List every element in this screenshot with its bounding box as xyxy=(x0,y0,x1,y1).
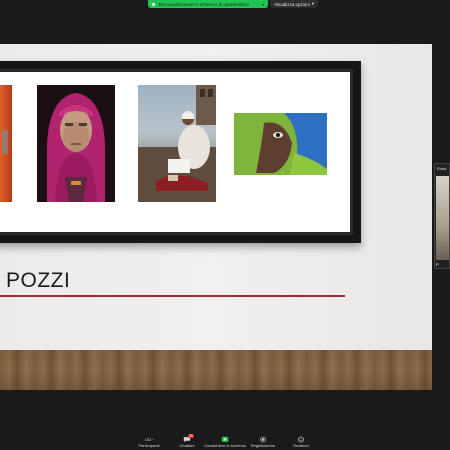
share-banner: Stai visualizzando lo schermo di qualche… xyxy=(148,0,319,8)
participant-label: Rima xyxy=(437,166,447,171)
photo-orange-wall xyxy=(0,85,12,202)
participants-label: Partecipanti xyxy=(138,443,160,448)
record-label: Registrazione xyxy=(250,443,276,448)
sharing-indicator[interactable]: Stai visualizzando lo schermo di qualche… xyxy=(148,0,269,8)
participants-button[interactable]: 103 ^ Partecipanti xyxy=(135,435,163,450)
share-screen-button[interactable]: Condividere lo schermo xyxy=(204,435,246,450)
record-button[interactable]: Registrazione xyxy=(249,435,277,450)
sharing-dot-icon xyxy=(152,2,155,6)
shared-slide: POZZI xyxy=(0,44,432,390)
reactions-button[interactable]: Reazioni xyxy=(287,435,315,450)
meeting-toolbar: 103 ^ Partecipanti 20 Chattare Condivide xyxy=(0,434,450,450)
photo-mat xyxy=(0,72,350,232)
picture-frame xyxy=(0,61,361,243)
chevron-down-icon: ▾ xyxy=(262,1,265,7)
share-screen-icon xyxy=(221,436,229,442)
photo-woman-magenta-veil xyxy=(37,85,115,202)
sharing-text: Stai visualizzando lo schermo di qualche… xyxy=(158,1,250,7)
chevron-up-icon[interactable]: ^ xyxy=(152,437,154,442)
reactions-icon xyxy=(298,436,304,442)
chat-badge: 20 xyxy=(188,434,194,438)
participant-video xyxy=(436,176,449,260)
record-icon xyxy=(260,436,266,442)
chevron-down-icon: ▾ xyxy=(311,1,315,6)
chat-label: Chattare xyxy=(179,443,195,448)
chat-button[interactable]: 20 Chattare xyxy=(173,434,201,450)
reactions-label: Reazioni xyxy=(293,443,309,448)
view-options-button[interactable]: Visualizza opzioni ▾ xyxy=(270,0,319,8)
participant-thumbnail[interactable]: Rima P xyxy=(434,163,450,269)
participant-name: P xyxy=(436,262,439,267)
photo-man-riverbank xyxy=(138,85,216,202)
photo-woman-green-scarf xyxy=(234,113,327,175)
participants-count: 103 xyxy=(144,436,152,442)
title-underline xyxy=(0,295,345,297)
view-options-label: Visualizza opzioni xyxy=(274,1,310,7)
slide-title: POZZI xyxy=(6,269,71,292)
wooden-floor xyxy=(0,350,432,390)
meeting-window: Stai visualizzando lo schermo di qualche… xyxy=(0,0,450,450)
share-screen-label: Condividere lo schermo xyxy=(203,443,247,448)
